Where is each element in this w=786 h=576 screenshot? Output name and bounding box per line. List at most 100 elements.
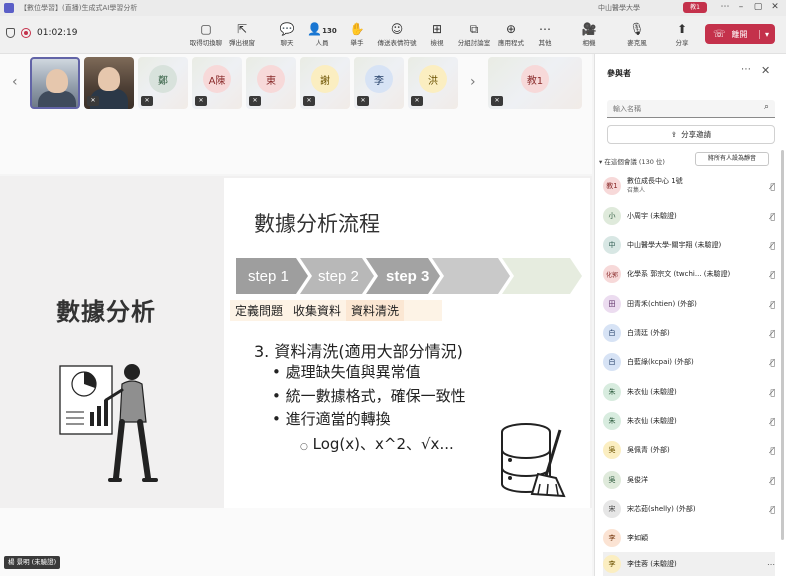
avatar: 吳 bbox=[603, 471, 621, 489]
chat-button[interactable]: 💬 聊天 bbox=[267, 21, 307, 47]
video-tile-5[interactable]: 東 ✕ bbox=[246, 57, 296, 109]
more-options-icon[interactable]: ⋯ bbox=[718, 2, 732, 12]
label-define-problem: 定義問題 bbox=[235, 304, 284, 318]
participant-row[interactable]: 教1 數位成長中心 1號 召集人 🎙̸ bbox=[603, 172, 775, 200]
video-tile-6[interactable]: 謝 ✕ bbox=[300, 57, 350, 109]
participant-name: 數位成長中心 1號 bbox=[627, 177, 683, 185]
video-tile-7[interactable]: 李 ✕ bbox=[354, 57, 404, 109]
participant-row[interactable]: 吳 吳俊洋 🎙̸ bbox=[603, 466, 775, 494]
participant-row[interactable]: 小 小周宇 (未驗證) 🎙̸ bbox=[603, 202, 775, 230]
avatar: 白 bbox=[603, 353, 621, 371]
participant-row[interactable]: 田 田青禾(chtien) (外部) 🎙̸ bbox=[603, 290, 775, 318]
chevron-right-icon[interactable]: › bbox=[470, 74, 476, 90]
muted-mic-icon[interactable]: 🎙̸ bbox=[770, 388, 775, 397]
step-2-label: step 2 bbox=[318, 268, 359, 285]
pop-out-button[interactable]: ⇱ 彈出視窗 bbox=[222, 21, 262, 47]
video-tile-8[interactable]: 洪 ✕ bbox=[408, 57, 458, 109]
people-icon: 👤 bbox=[307, 22, 323, 36]
participant-name: 朱衣仙 (未驗證) bbox=[627, 416, 677, 425]
more-button[interactable]: ⋯ 其他 bbox=[525, 21, 565, 47]
presenter-illustration bbox=[59, 364, 158, 482]
avatar: A陳 bbox=[203, 65, 231, 93]
chevron-down-icon[interactable]: ▾ bbox=[758, 29, 769, 39]
phone-hangup-icon: ☏ bbox=[713, 28, 726, 40]
participant-row[interactable]: 朱 朱衣仙 (未驗證) 🎙̸ bbox=[603, 407, 775, 435]
step-1-label: step 1 bbox=[248, 268, 289, 285]
take-control-button[interactable]: ▢ 取得切換聊 bbox=[186, 21, 226, 47]
microphone-off-icon: 🎙 bbox=[629, 22, 645, 36]
muted-mic-icon[interactable]: 🎙̸ bbox=[770, 505, 775, 514]
muted-mic-icon[interactable]: 🎙̸ bbox=[770, 417, 775, 426]
participant-search-input[interactable]: 輸入名稱 ⌕ bbox=[607, 100, 775, 118]
participant-row[interactable]: 白 白藍綠(kcpai) (外部) 🎙̸ bbox=[603, 348, 775, 376]
avatar: 小 bbox=[603, 207, 621, 225]
muted-mic-icon[interactable]: 🎙̸ bbox=[770, 241, 775, 250]
panel-scrollbar[interactable] bbox=[781, 150, 784, 540]
avatar: 教1 bbox=[603, 177, 621, 195]
participant-row[interactable]: 李 李如穎 bbox=[603, 524, 775, 552]
muted-mic-icon[interactable]: 🎙̸ bbox=[770, 270, 775, 279]
avatar: 李 bbox=[603, 555, 621, 573]
participant-name: 朱衣仙 (未驗證) bbox=[627, 387, 677, 396]
participant-row[interactable]: 李 李佳蓉 (未驗證) ⋯ bbox=[603, 552, 775, 576]
avatar: 化郭 bbox=[603, 265, 621, 283]
avatar: 吳 bbox=[603, 441, 621, 459]
organization-name[interactable]: 中山醫學大學 bbox=[598, 3, 640, 13]
muted-mic-icon[interactable]: 🎙̸ bbox=[770, 329, 775, 338]
participant-row[interactable]: 化郭 化學系 郭宗文 (twchi... (未驗證) 🎙̸ bbox=[603, 260, 775, 288]
camera-button[interactable]: 🎥 相機 bbox=[569, 21, 609, 47]
participant-row[interactable]: 白 白淸廷 (外部) 🎙̸ bbox=[603, 319, 775, 347]
video-tile-9[interactable]: 教1 ✕ bbox=[488, 57, 582, 109]
reactions-button[interactable]: ☺ 傳送表情符號 bbox=[377, 21, 417, 47]
microphone-button[interactable]: 🎙 麥克風 bbox=[617, 21, 657, 47]
muted-mic-icon[interactable]: 🎙̸ bbox=[770, 476, 775, 485]
muted-mic-icon: ✕ bbox=[357, 96, 369, 106]
search-icon[interactable]: ⌕ bbox=[764, 102, 769, 112]
muted-mic-icon[interactable]: 🎙̸ bbox=[770, 446, 775, 455]
share-button[interactable]: ⬆ 分享 bbox=[662, 21, 702, 47]
muted-mic-icon: ✕ bbox=[303, 96, 315, 106]
share-invite-button[interactable]: ⇪ 分享邀請 bbox=[607, 125, 775, 144]
account-badge[interactable]: 教1 bbox=[683, 2, 707, 13]
muted-mic-icon: ✕ bbox=[195, 96, 207, 106]
more-icon: ⋯ bbox=[539, 22, 551, 36]
breakout-rooms-button[interactable]: ⧉ 分組討論室 bbox=[454, 21, 494, 47]
video-tile-1[interactable] bbox=[30, 57, 80, 109]
video-tile-3[interactable]: 鄭 ✕ bbox=[138, 57, 188, 109]
raise-hand-button[interactable]: ✋ 舉手 bbox=[337, 21, 377, 47]
participant-row[interactable]: 吳 吳佩青 (外部) 🎙̸ bbox=[603, 436, 775, 464]
slide-heading: 3. 資料清洗(適用大部分情況) bbox=[254, 342, 463, 361]
pop-out-icon: ⇱ bbox=[236, 22, 248, 36]
muted-mic-icon[interactable]: 🎙̸ bbox=[770, 300, 775, 309]
mute-all-button[interactable]: 將所有人設為靜音 bbox=[695, 152, 769, 166]
video-tile-4[interactable]: A陳 ✕ bbox=[192, 57, 242, 109]
step-3-label: step 3 bbox=[386, 268, 429, 285]
participants-panel: 參與者 ⋯ ✕ 輸入名稱 ⌕ ⇪ 分享邀請 ▾ 在這個會議 (130 位) 將所… bbox=[594, 54, 786, 576]
muted-mic-icon[interactable]: 🎙̸ bbox=[770, 358, 775, 367]
close-icon[interactable]: ✕ bbox=[761, 64, 770, 77]
participant-row[interactable]: 宋 宋芯茹(shelly) (外部) 🎙̸ bbox=[603, 495, 775, 523]
participant-name: 宋芯茹(shelly) (外部) bbox=[627, 504, 696, 513]
muted-mic-icon[interactable]: 🎙̸ bbox=[770, 212, 775, 221]
video-tile-2[interactable]: ✕ bbox=[84, 57, 134, 109]
people-button[interactable]: 👤130 人員 bbox=[302, 21, 342, 47]
leave-button[interactable]: ☏ 離開 ▾ bbox=[705, 24, 775, 44]
participant-row[interactable]: 朱 朱衣仙 (未驗證) 🎙̸ bbox=[603, 378, 775, 406]
shield-icon bbox=[6, 28, 15, 38]
chevron-left-icon[interactable]: ‹ bbox=[12, 74, 18, 90]
maximize-icon[interactable]: ▢ bbox=[751, 2, 765, 12]
muted-mic-icon: ✕ bbox=[411, 96, 423, 106]
in-meeting-section-header[interactable]: ▾ 在這個會議 (130 位) bbox=[599, 156, 665, 166]
muted-mic-icon[interactable]: 🎙̸ bbox=[770, 182, 775, 191]
more-options-icon[interactable]: ⋯ bbox=[741, 64, 751, 75]
minimize-icon[interactable]: – bbox=[734, 2, 748, 12]
participant-name: 李佳蓉 (未驗證) bbox=[627, 559, 677, 568]
view-button[interactable]: ⊞ 檢視 bbox=[417, 21, 457, 47]
breakout-rooms-icon: ⧉ bbox=[469, 22, 479, 36]
close-window-icon[interactable]: ✕ bbox=[768, 2, 782, 12]
step-labels: 定義問題 收集資料 資料清洗 bbox=[230, 300, 405, 321]
participant-row[interactable]: 中 中山醫學大學-關宇翔 (未驗證) 🎙̸ bbox=[603, 231, 775, 259]
more-options-icon[interactable]: ⋯ bbox=[767, 560, 775, 569]
avatar: 宋 bbox=[603, 500, 621, 518]
camera-off-icon: 🎥 bbox=[581, 22, 597, 36]
